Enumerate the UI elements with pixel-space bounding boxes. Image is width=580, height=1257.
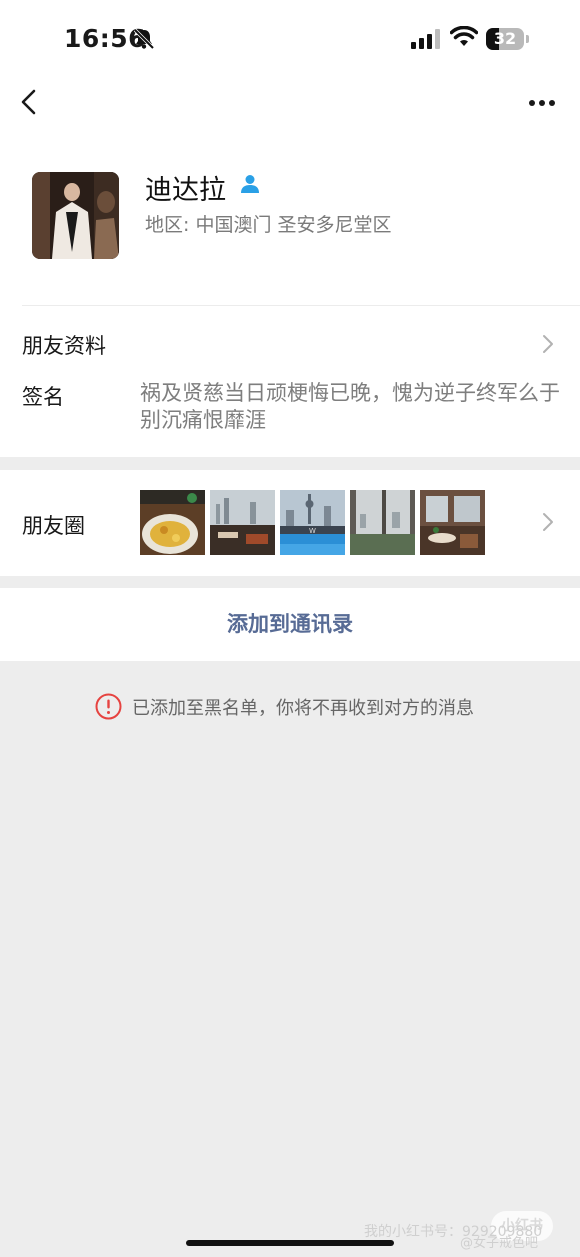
signature-label: 签名 (22, 385, 64, 409)
more-dots-icon[interactable] (522, 88, 562, 118)
moments-label: 朋友圈 (22, 514, 85, 538)
battery-icon: 32 (486, 28, 524, 50)
moment-photo (350, 490, 415, 555)
profile-name: 迪达拉 (145, 175, 226, 206)
status-bar: 16:56 32 (0, 0, 580, 75)
svg-text:W: W (309, 527, 316, 535)
home-indicator[interactable] (186, 1240, 394, 1246)
nav-bar (0, 75, 580, 130)
moments-row[interactable]: 朋友圈 W (0, 470, 580, 576)
battery-level: 32 (493, 29, 517, 48)
person-contact-icon (239, 173, 261, 199)
chevron-right-icon (540, 510, 556, 538)
add-to-contacts-button[interactable]: 添加到通讯录 (0, 588, 580, 661)
warning-icon (95, 693, 122, 724)
watermark-handle: @女子戒色吧 (460, 1236, 539, 1251)
profile-card: 迪达拉 地区: 中国澳门 圣安多尼堂区 朋友资料 签名 祸及贤慈当日顽梗悔已晚，… (0, 130, 580, 457)
moment-photo (140, 490, 205, 555)
wifi-icon (449, 25, 479, 52)
moment-photo: W (280, 490, 345, 555)
divider (22, 305, 580, 306)
signal-icon (411, 29, 441, 53)
avatar[interactable] (32, 172, 119, 259)
moment-photo (210, 490, 275, 555)
blacklist-notice: 已添加至黑名单，你将不再收到对方的消息 (132, 698, 474, 719)
signature-text: 祸及贤慈当日顽梗悔已晚，愧为逆子终军么于别沉痛恨靡涯 (140, 381, 560, 432)
friend-info-label: 朋友资料 (22, 334, 106, 358)
back-chevron-icon[interactable] (14, 85, 48, 119)
moment-photo (420, 490, 485, 555)
add-contact-row: 添加到通讯录 (0, 588, 580, 661)
profile-region: 地区: 中国澳门 圣安多尼堂区 (145, 214, 392, 236)
bell-muted-icon (133, 28, 155, 54)
chevron-right-icon (540, 332, 556, 360)
